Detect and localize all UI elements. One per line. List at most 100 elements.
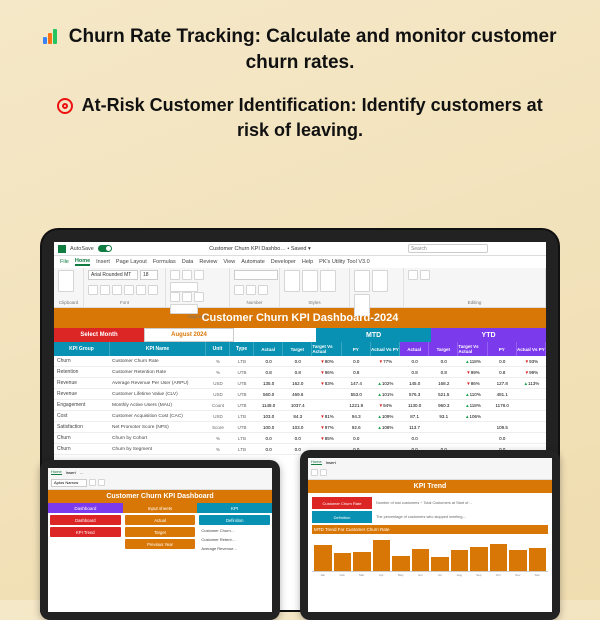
align-middle-button[interactable] xyxy=(182,270,192,280)
tab-custom[interactable]: PK's Utility Tool V3.0 xyxy=(319,259,369,265)
hdr-mtd-py: PY xyxy=(342,342,371,356)
t1-tab-home[interactable]: Home xyxy=(51,469,62,475)
hdr-ytd-avp: Actual Vs PY xyxy=(517,342,546,356)
bar-chart-icon xyxy=(43,28,59,44)
tab-page-layout[interactable]: Page Layout xyxy=(116,259,147,265)
autosum-button[interactable] xyxy=(408,270,418,280)
tab-home[interactable]: Home xyxy=(75,258,90,266)
t2-kpi-desc: Number of lost customers ÷ Total Custome… xyxy=(376,497,548,509)
align-center-button[interactable] xyxy=(182,292,192,302)
hdr-mtd-avp: Actual Vs PY xyxy=(371,342,400,356)
percent-button[interactable] xyxy=(246,285,256,295)
group-number: Number xyxy=(234,300,275,305)
chart-bar xyxy=(392,556,410,571)
t2-btn[interactable] xyxy=(320,469,327,476)
t2-chart-title: MTD Trend For Customer Churn Rate xyxy=(312,525,548,534)
target-icon xyxy=(57,98,73,114)
comma-button[interactable] xyxy=(258,285,268,295)
table-row: RevenueCustomer Lifetime Value (CLV)USDU… xyxy=(54,389,546,400)
font-size-select[interactable]: 18 xyxy=(140,270,158,280)
t1-nav-py[interactable]: Previous Year xyxy=(125,539,196,549)
t2-def-text: The percentage of customers who stopped … xyxy=(376,511,548,523)
fill-button[interactable] xyxy=(420,270,430,280)
align-bottom-button[interactable] xyxy=(194,270,204,280)
tab-insert[interactable]: Insert xyxy=(96,259,110,265)
document-title[interactable]: Customer Churn KPI Dashbo… • Saved ▾ xyxy=(209,246,311,252)
t1-title: Customer Churn KPI Dashboard xyxy=(48,490,272,503)
format-as-table-button[interactable] xyxy=(302,270,318,292)
selected-month-value[interactable]: August 2024 xyxy=(144,328,234,342)
align-left-button[interactable] xyxy=(170,292,180,302)
chart-bar xyxy=(451,550,469,571)
align-right-button[interactable] xyxy=(194,292,204,302)
table-row: EngagementMonthly Active Users (MAU)Coun… xyxy=(54,400,546,411)
kpi-table-body: ChurnCustomer Churn Rate%LTB0.00.0▼ 80%0… xyxy=(54,356,546,455)
tab-developer[interactable]: Developer xyxy=(271,259,296,265)
chart-bar xyxy=(373,540,391,572)
cell-styles-button[interactable] xyxy=(320,270,336,292)
t1-font-select[interactable]: Aptos Narrow xyxy=(51,479,87,487)
merge-button[interactable] xyxy=(170,304,198,314)
tab-help[interactable]: Help xyxy=(302,259,313,265)
tablet1-screen: Home Insert … Aptos Narrow Customer Churn … xyxy=(48,468,272,612)
t2-def-label: Definition xyxy=(312,511,372,523)
chart-bar xyxy=(314,545,332,571)
t1-nav-definition[interactable]: Definition xyxy=(199,515,270,525)
tab-data[interactable]: Data xyxy=(182,259,194,265)
table-row: RetentionCustomer Retention Rate%UTB0.80… xyxy=(54,367,546,378)
t1-nav-dashboard[interactable]: Dashboard xyxy=(50,515,121,525)
chart-bar xyxy=(334,553,352,571)
t1-tab-more[interactable]: … xyxy=(80,470,84,475)
hdr-group: KPI Group xyxy=(54,342,110,356)
underline-button[interactable] xyxy=(112,285,122,295)
font-name-select[interactable]: Arial Rounded MT xyxy=(88,270,138,280)
hdr-ytd-target: Target xyxy=(429,342,458,356)
autosave-toggle[interactable] xyxy=(98,245,112,252)
t1-nav-actual[interactable]: Actual xyxy=(125,515,196,525)
kpi-header-row: KPI Group KPI Name Unit Type Actual Targ… xyxy=(54,342,546,356)
excel-icon xyxy=(58,245,66,253)
italic-button[interactable] xyxy=(100,285,110,295)
tab-automate[interactable]: Automate xyxy=(241,259,265,265)
headline-1: Churn Rate Tracking: Calculate and monit… xyxy=(0,0,600,81)
fill-color-button[interactable] xyxy=(136,285,146,295)
border-button[interactable] xyxy=(124,285,134,295)
t1-kpi-item: Average Revenue… xyxy=(199,545,270,552)
align-top-button[interactable] xyxy=(170,270,180,280)
tab-review[interactable]: Review xyxy=(199,259,217,265)
hdr-mtd-target: Target xyxy=(283,342,312,356)
t2-tab-home[interactable]: Home xyxy=(311,459,322,465)
search-input[interactable]: Search xyxy=(408,244,488,253)
t1-btn[interactable] xyxy=(89,479,96,486)
number-format-select[interactable] xyxy=(234,270,278,280)
conditional-formatting-button[interactable] xyxy=(284,270,300,292)
t1-col-kpi: KPI xyxy=(197,503,272,513)
t1-nav-target[interactable]: Target xyxy=(125,527,196,537)
insert-cells-button[interactable] xyxy=(354,270,370,292)
currency-button[interactable] xyxy=(234,285,244,295)
hdr-ytd-tva: Target Vs Actual xyxy=(458,342,487,356)
hdr-ytd-py: PY xyxy=(488,342,517,356)
t2-bar-chart xyxy=(312,536,548,572)
bold-button[interactable] xyxy=(88,285,98,295)
section-mtd: MTD xyxy=(316,328,431,342)
t1-tab-insert[interactable]: Insert xyxy=(66,470,76,475)
dashboard-title: Customer Churn KPI Dashboard-2024 xyxy=(54,308,546,328)
t1-kpi-item: Customer Retent… xyxy=(199,536,270,543)
hdr-name: KPI Name xyxy=(110,342,206,356)
section-ytd: YTD xyxy=(431,328,546,342)
t2-kpi-label[interactable]: Customer Churn Rate xyxy=(312,497,372,509)
t1-btn[interactable] xyxy=(98,479,105,486)
t2-tab-insert[interactable]: Insert xyxy=(326,460,336,465)
delete-cells-button[interactable] xyxy=(372,270,388,292)
group-clipboard: Clipboard xyxy=(58,300,79,305)
paste-button[interactable] xyxy=(58,270,74,292)
tab-file[interactable]: File xyxy=(60,259,69,265)
wrap-text-button[interactable] xyxy=(170,282,198,292)
t1-nav-kpi-trend[interactable]: KPI Trend xyxy=(50,527,121,537)
t2-btn[interactable] xyxy=(311,469,318,476)
font-color-button[interactable] xyxy=(148,285,158,295)
tab-formulas[interactable]: Formulas xyxy=(153,259,176,265)
tab-view[interactable]: View xyxy=(223,259,235,265)
t2-x-axis: JanFebMarAprMayJunJulAugSepOctNovDec xyxy=(312,572,548,578)
